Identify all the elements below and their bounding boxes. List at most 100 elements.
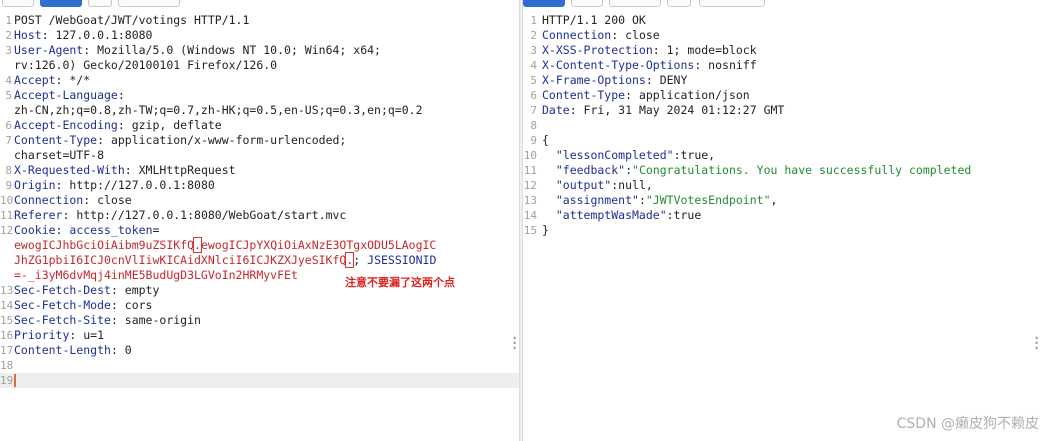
- request-line[interactable]: 7 Content-Type: application/x-www-form-ur…: [0, 133, 521, 148]
- response-tabbar: [523, 0, 1051, 7]
- line-number: 10: [523, 149, 537, 162]
- request-line[interactable]: ewogICJhbGciOiAibm9uZSIKfQ.ewogICJpYXQiO…: [0, 237, 521, 253]
- text-caret: [14, 374, 16, 387]
- response-line[interactable]: 7 Date: Fri, 31 May 2024 01:12:27 GMT: [523, 103, 1051, 118]
- request-line[interactable]: 2 Host: 127.0.0.1:8080: [0, 28, 521, 43]
- token: :: [638, 193, 646, 207]
- tab-newline[interactable]: [88, 0, 112, 7]
- watermark: CSDN @癞皮狗不赖皮: [896, 416, 1039, 432]
- request-pane[interactable]: 1 POST /WebGoat/JWT/votings HTTP/1.1 2 Host…: [0, 0, 521, 441]
- request-line[interactable]: 8 X-Requested-With: XMLHttpRequest: [0, 163, 521, 178]
- request-line[interactable]: 18: [0, 358, 521, 373]
- line-number: 13: [0, 284, 14, 297]
- tab-raw[interactable]: [40, 0, 82, 7]
- line-number: 4: [530, 59, 537, 72]
- request-line[interactable]: 16 Priority: u=1: [0, 328, 521, 343]
- line-text: rv:126.0) Gecko/20100101 Firefox/126.0: [14, 58, 277, 73]
- line-text: Accept: */*: [14, 73, 90, 88]
- tab-pretty[interactable]: [523, 0, 565, 7]
- line-number: 7: [530, 104, 537, 117]
- token: ewogICJpYXQiOiAxNzE3OTgxODU5LAogIC: [200, 238, 437, 252]
- request-line[interactable]: zh-CN,zh;q=0.8,zh-TW;q=0.7,zh-HK;q=0.5,e…: [0, 103, 521, 118]
- response-line[interactable]: 9{: [523, 133, 1051, 148]
- tab-newline[interactable]: [667, 0, 691, 7]
- line-number: 6: [5, 119, 12, 132]
- response-line[interactable]: 2 Connection: close: [523, 28, 1051, 43]
- response-line[interactable]: 4 X-Content-Type-Options: nosniff: [523, 58, 1051, 73]
- tab-raw[interactable]: [571, 0, 603, 7]
- token: : application/json: [625, 88, 750, 102]
- line-text: JhZG1pbiI6ICJ0cnVlIiwKICAidXNlciI6ICJKZX…: [14, 252, 436, 268]
- request-editor[interactable]: 1 POST /WebGoat/JWT/votings HTTP/1.1 2 Host…: [0, 13, 521, 388]
- request-line[interactable]: JhZG1pbiI6ICJ0cnVlIiwKICAidXNlciI6ICJKZX…: [0, 252, 521, 268]
- request-line[interactable]: 3 User-Agent: Mozilla/5.0 (Windows NT 10.…: [0, 43, 521, 58]
- response-line[interactable]: 8: [523, 118, 1051, 133]
- token: : empty: [110, 283, 160, 297]
- token: "attemptWasMade": [542, 208, 667, 222]
- line-number: 13: [523, 194, 537, 207]
- line-text: ewogICJhbGciOiAibm9uZSIKfQ.ewogICJpYXQiO…: [14, 237, 437, 253]
- token: :: [625, 163, 633, 177]
- token: "feedback": [542, 163, 626, 177]
- response-line[interactable]: 11 "feedback":"Congratulations. You have…: [523, 163, 1051, 178]
- request-line[interactable]: 15 Sec-Fetch-Site: same-origin: [0, 313, 521, 328]
- response-pane[interactable]: 1 HTTP/1.1 200 OK 2 Connection: close 3 X-XSS…: [523, 0, 1051, 441]
- line-number: 7: [5, 134, 12, 147]
- line-number: 5: [5, 89, 12, 102]
- token: :true,: [673, 148, 716, 162]
- line-number: 2: [5, 29, 12, 42]
- line-text: Host: 127.0.0.1:8080: [14, 28, 152, 43]
- line-number: 11: [523, 164, 537, 177]
- line-number: 19: [0, 374, 14, 387]
- line-number: 4: [5, 74, 12, 87]
- token: : http://127.0.0.1:8080: [55, 178, 215, 192]
- response-line[interactable]: 5 X-Frame-Options: DENY: [523, 73, 1051, 88]
- request-line[interactable]: 6 Accept-Encoding: gzip, deflate: [0, 118, 521, 133]
- response-viewer[interactable]: 1 HTTP/1.1 200 OK 2 Connection: close 3 X-XSS…: [523, 13, 1051, 238]
- request-line[interactable]: rv:126.0) Gecko/20100101 Firefox/126.0: [0, 58, 521, 73]
- line-number: 8: [5, 164, 12, 177]
- line-text: "lessonCompleted":true,: [542, 148, 715, 163]
- response-line[interactable]: 12 "output":null,: [523, 178, 1051, 193]
- tab-render[interactable]: [609, 0, 661, 7]
- token: : cors: [110, 298, 153, 312]
- token: : */*: [55, 73, 91, 87]
- request-line[interactable]: 12 Cookie: access_token=: [0, 223, 521, 238]
- token: : XMLHttpRequest: [124, 163, 236, 177]
- line-number: 2: [530, 29, 537, 42]
- line-number: 17: [0, 344, 14, 357]
- line-number: 5: [530, 74, 537, 87]
- request-line[interactable]: 4 Accept: */*: [0, 73, 521, 88]
- line-text: charset=UTF-8: [14, 148, 104, 163]
- request-line[interactable]: 17 Content-Length: 0: [0, 343, 521, 358]
- token: Origin: [14, 178, 56, 192]
- token: Host: [14, 28, 42, 42]
- line-text: {: [542, 133, 549, 148]
- response-line[interactable]: 3 X-XSS-Protection: 1; mode=block: [523, 43, 1051, 58]
- request-line[interactable]: 9 Origin: http://127.0.0.1:8080: [0, 178, 521, 193]
- pane-menu-dots-icon[interactable]: · · ·: [511, 332, 518, 354]
- response-line[interactable]: 13 "assignment":"JWTVotesEndpoint",: [523, 193, 1051, 208]
- line-number: 14: [0, 299, 14, 312]
- request-line[interactable]: 19: [0, 373, 521, 388]
- token: {: [542, 133, 549, 147]
- token: ;: [353, 253, 368, 267]
- actions-button[interactable]: [118, 0, 180, 7]
- request-line[interactable]: 10 Connection: close: [0, 193, 521, 208]
- actions-button[interactable]: [699, 0, 765, 7]
- response-line[interactable]: 1 HTTP/1.1 200 OK: [523, 13, 1051, 28]
- token: "lessonCompleted": [542, 148, 674, 162]
- request-line[interactable]: 11 Referer: http://127.0.0.1:8080/WebGoat…: [0, 208, 521, 223]
- response-line[interactable]: 6 Content-Type: application/json: [523, 88, 1051, 103]
- response-line[interactable]: 14 "attemptWasMade":true: [523, 208, 1051, 223]
- token: rv:126.0) Gecko/20100101 Firefox/126.0: [14, 58, 278, 72]
- request-line[interactable]: 14 Sec-Fetch-Mode: cors: [0, 298, 521, 313]
- response-line[interactable]: 10 "lessonCompleted":true,: [523, 148, 1051, 163]
- tab-pretty[interactable]: [2, 0, 34, 7]
- response-line[interactable]: 15}: [523, 223, 1051, 238]
- request-line[interactable]: charset=UTF-8: [0, 148, 521, 163]
- request-line[interactable]: 5 Accept-Language:: [0, 88, 521, 103]
- request-line[interactable]: 1 POST /WebGoat/JWT/votings HTTP/1.1: [0, 13, 521, 28]
- pane-menu-dots-icon[interactable]: · · ·: [1033, 332, 1040, 354]
- line-text: }: [542, 223, 549, 238]
